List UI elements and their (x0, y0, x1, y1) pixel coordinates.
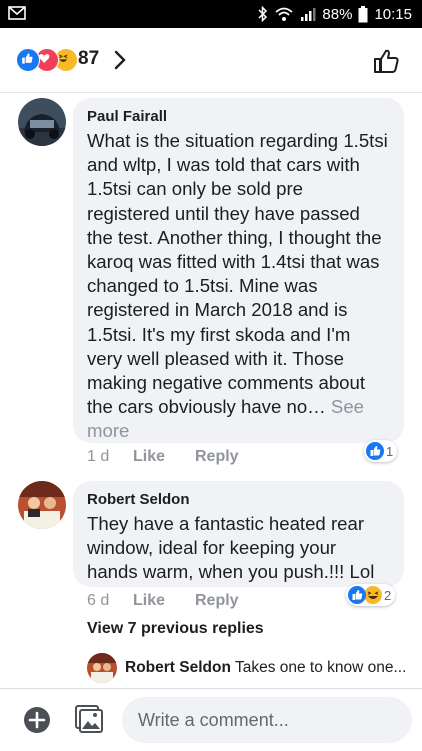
chevron-right-icon[interactable] (110, 48, 130, 72)
reaction-count: 2 (384, 587, 392, 603)
like-outline-icon[interactable] (372, 46, 402, 76)
comment-composer (0, 688, 422, 751)
view-previous-replies-link[interactable]: View 7 previous replies (87, 620, 264, 638)
comment-reaction-badge[interactable]: 1 (364, 440, 398, 462)
comment-timestamp[interactable]: 6 d (87, 592, 133, 610)
reply-author[interactable]: Robert Seldon (125, 659, 231, 676)
status-bar: 88% 10:15 (0, 0, 422, 28)
reaction-count[interactable]: 87 (78, 48, 99, 70)
comment-timestamp[interactable]: 1 d (87, 448, 133, 466)
comment-author[interactable]: Robert Seldon (87, 491, 390, 508)
haha-reaction-icon (364, 586, 382, 604)
photo-icon[interactable] (74, 704, 104, 734)
comment-actions: 6 d Like Reply (87, 592, 239, 610)
reply-button[interactable]: Reply (195, 448, 239, 466)
wifi-icon (275, 7, 294, 21)
reply-button[interactable]: Reply (195, 592, 239, 610)
like-reaction-icon (366, 442, 384, 460)
avatar[interactable] (18, 481, 66, 529)
battery-icon (358, 5, 368, 22)
comment-text: What is the situation regarding 1.5tsi a… (87, 129, 390, 444)
reply-preview[interactable]: Robert Seldon Takes one to know one... (87, 653, 417, 685)
comment-text: They have a fantastic heated rear window… (87, 513, 375, 583)
bluetooth-icon (258, 6, 268, 22)
comment-bubble: Paul Fairall What is the situation regar… (73, 98, 404, 443)
status-icons: 88% 10:15 (258, 4, 412, 24)
battery-percent: 88% (322, 5, 353, 23)
reactions-header: 87 (0, 28, 422, 93)
reply-body: Takes one to know one... (234, 659, 407, 676)
clock: 10:15 (374, 5, 412, 23)
add-attachment-button[interactable] (24, 707, 50, 733)
comment-actions: 1 d Like Reply (87, 448, 239, 466)
reaction-summary[interactable] (16, 48, 78, 72)
reaction-count: 1 (386, 443, 394, 459)
plus-icon (28, 711, 46, 729)
email-notification-icon (8, 6, 26, 20)
like-button[interactable]: Like (133, 448, 195, 466)
comment-reaction-badge[interactable]: 2 (346, 584, 396, 606)
like-button[interactable]: Like (133, 592, 195, 610)
avatar[interactable] (87, 653, 117, 683)
signal-icon (301, 8, 316, 21)
comment-input[interactable] (122, 697, 412, 743)
like-reaction-icon (348, 586, 366, 604)
reply-preview-text: Robert Seldon Takes one to know one... (125, 659, 406, 677)
comment-bubble: Robert Seldon They have a fantastic heat… (73, 481, 404, 587)
like-reaction-icon (16, 48, 40, 72)
comment-author[interactable]: Paul Fairall (87, 108, 390, 125)
avatar[interactable] (18, 98, 66, 146)
comment-body: What is the situation regarding 1.5tsi a… (87, 130, 388, 418)
